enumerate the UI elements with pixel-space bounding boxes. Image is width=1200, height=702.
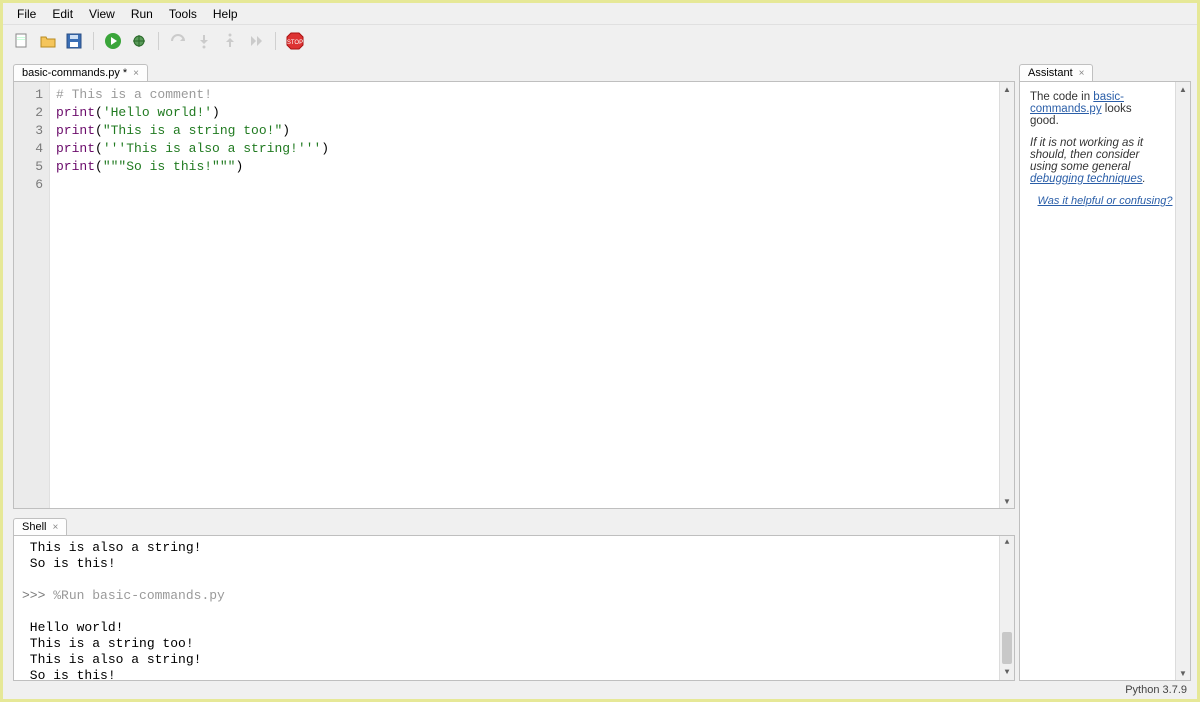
assistant-scrollbar[interactable]: ▲ ▼ [1175, 82, 1190, 680]
save-button[interactable] [65, 32, 83, 50]
open-folder-icon [40, 33, 56, 49]
scroll-up-icon[interactable]: ▲ [1176, 82, 1190, 96]
stop-icon: STOP [286, 32, 304, 50]
tab-label: Assistant [1028, 67, 1073, 79]
save-icon [66, 33, 82, 49]
tab-editor-file[interactable]: basic-commands.py * × [13, 64, 148, 81]
code-line[interactable]: print("""So is this!""") [56, 158, 1008, 176]
step-out-button[interactable] [221, 32, 239, 50]
run-button[interactable] [104, 32, 122, 50]
step-out-icon [222, 33, 238, 49]
assistant-link-debugging[interactable]: debugging techniques [1030, 173, 1143, 185]
debug-icon [131, 33, 147, 49]
menu-help[interactable]: Help [205, 5, 246, 23]
code-line[interactable]: print('''This is also a string!''') [56, 140, 1008, 158]
toolbar-separator [275, 32, 276, 50]
menu-view[interactable]: View [81, 5, 123, 23]
menu-run[interactable]: Run [123, 5, 161, 23]
code-line[interactable]: print('Hello world!') [56, 104, 1008, 122]
assistant-message-1: The code in basic-commands.py looks good… [1030, 91, 1160, 127]
toolbar-separator [158, 32, 159, 50]
menu-bar: FileEditViewRunToolsHelp [3, 3, 1197, 25]
tab-label: Shell [22, 521, 46, 533]
assistant-body: The code in basic-commands.py looks good… [1019, 81, 1191, 681]
line-number-gutter: 123456 [14, 82, 50, 508]
resume-icon [248, 33, 264, 49]
editor-scrollbar[interactable]: ▲ ▼ [999, 82, 1014, 508]
shell-output[interactable]: This is also a string! So is this! >>> %… [13, 535, 1015, 681]
code-line[interactable]: print("This is a string too!") [56, 122, 1008, 140]
debug-button[interactable] [130, 32, 148, 50]
shell-pane: Shell × This is also a string! So is thi… [13, 513, 1015, 681]
run-icon [104, 32, 122, 50]
scroll-up-icon[interactable]: ▲ [1000, 536, 1014, 550]
scroll-up-icon[interactable]: ▲ [1000, 82, 1014, 96]
code-line[interactable] [56, 176, 1008, 194]
scroll-down-icon[interactable]: ▼ [1000, 494, 1014, 508]
tab-label: basic-commands.py * [22, 67, 127, 79]
python-version: Python 3.7.9 [1125, 684, 1187, 696]
resume-button[interactable] [247, 32, 265, 50]
svg-text:STOP: STOP [287, 40, 303, 46]
menu-tools[interactable]: Tools [161, 5, 205, 23]
open-file-button[interactable] [39, 32, 57, 50]
scroll-thumb[interactable] [1002, 632, 1012, 664]
step-over-button[interactable] [169, 32, 187, 50]
step-into-icon [196, 33, 212, 49]
scroll-down-icon[interactable]: ▼ [1176, 666, 1190, 680]
tab-assistant[interactable]: Assistant × [1019, 64, 1093, 81]
menu-file[interactable]: File [9, 5, 44, 23]
step-over-icon [170, 33, 186, 49]
editor-pane: basic-commands.py * × 123456 # This is a… [13, 59, 1015, 509]
close-icon[interactable]: × [52, 522, 58, 533]
scroll-down-icon[interactable]: ▼ [1000, 666, 1014, 680]
code-line[interactable]: # This is a comment! [56, 86, 1008, 104]
new-file-button[interactable] [13, 32, 31, 50]
status-bar: Python 3.7.9 [3, 681, 1197, 699]
menu-edit[interactable]: Edit [44, 5, 81, 23]
toolbar-separator [93, 32, 94, 50]
close-icon[interactable]: × [133, 68, 139, 79]
assistant-message-2: If it is not working as it should, then … [1030, 137, 1160, 185]
assistant-pane: Assistant × The code in basic-commands.p… [1019, 59, 1191, 681]
shell-scrollbar[interactable]: ▲ ▼ [999, 536, 1014, 680]
close-icon[interactable]: × [1079, 68, 1085, 79]
stop-button[interactable]: STOP [286, 32, 304, 50]
toolbar: STOP [3, 25, 1197, 57]
tab-shell[interactable]: Shell × [13, 518, 67, 535]
step-into-button[interactable] [195, 32, 213, 50]
new-file-icon [14, 33, 30, 49]
assistant-feedback-link[interactable]: Was it helpful or confusing? [1030, 195, 1180, 207]
code-editor[interactable]: # This is a comment!print('Hello world!'… [50, 82, 1014, 508]
